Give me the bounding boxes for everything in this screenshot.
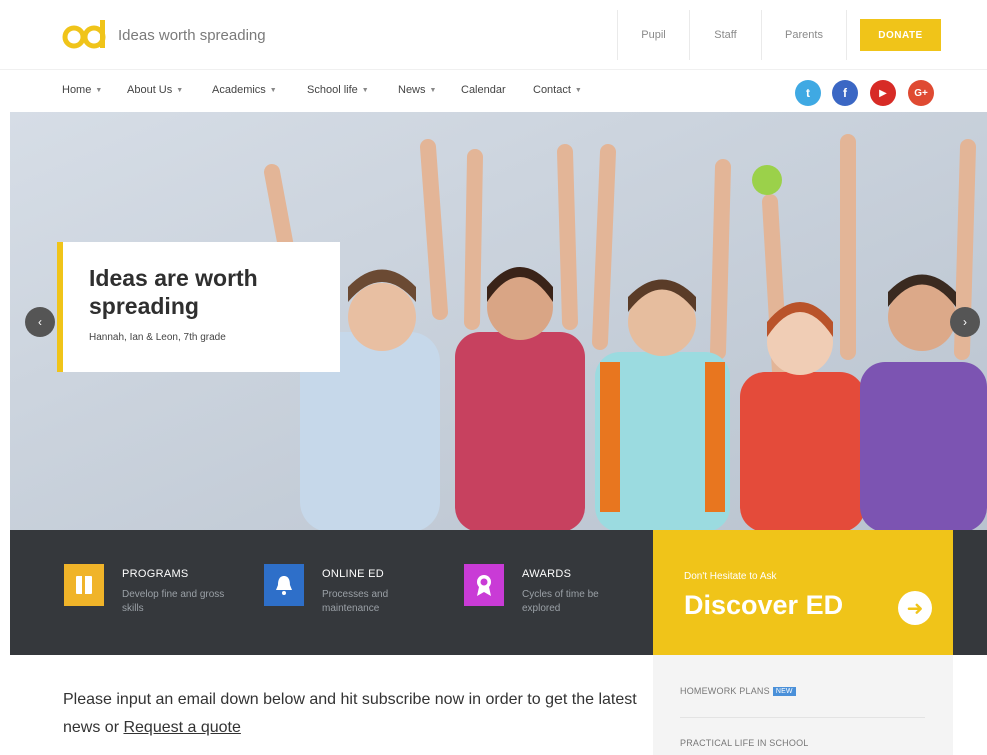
feature-desc: Develop fine and gross skills [122,589,225,614]
top-header: Ideas worth spreading Pupil Staff Parent… [0,0,987,70]
donate-button[interactable]: DONATE [860,19,941,51]
sidebar-links: HOMEWORK PLANS NEW PRACTICAL LIFE IN SCHO… [653,655,953,755]
book-icon [64,564,104,606]
hero-caption: Ideas are worth spreading Hannah, Ian & … [57,242,340,372]
nav-school-life-label: School life [307,84,358,96]
cta-title: Discover ED [684,590,844,620]
arrow-right-icon[interactable]: ➜ [898,591,932,625]
apple [752,165,782,195]
feature-desc: Processes and maintenance [322,589,389,614]
feature-title: PROGRAMS [122,568,189,580]
nav-about-us[interactable]: About Us ▼ [127,84,183,96]
nav-calendar[interactable]: Calendar [461,84,506,96]
nav-news[interactable]: News ▼ [398,84,436,96]
nav-academics-label: Academics [212,84,266,96]
chevron-down-icon: ▼ [361,86,369,94]
chevron-down-icon: ▼ [176,86,184,94]
chevron-down-icon: ▼ [574,86,582,94]
feature-title: ONLINE ED [322,568,384,580]
divider [680,717,925,718]
nav-contact-label: Contact [533,84,571,96]
hero-title: Ideas are worth spreading [89,265,258,319]
cta-kicker: Don't Hesitate to Ask [684,571,777,582]
request-quote-link[interactable]: Request a quote [123,719,240,736]
bell-icon [264,564,304,606]
parents-link[interactable]: Parents [761,10,847,60]
chevron-down-icon: ▼ [95,86,103,94]
new-badge: NEW [772,687,796,697]
ed-logo[interactable] [62,20,108,50]
feature-desc: Cycles of time be explored [522,589,599,614]
site-tagline: Ideas worth spreading [118,27,266,44]
staff-link[interactable]: Staff [689,10,761,60]
nav-news-label: News [398,84,426,96]
nav-home[interactable]: Home ▼ [62,84,102,96]
nav-home-label: Home [62,84,92,96]
sidebar-item-label: PRACTICAL LIFE IN SCHOOL [680,738,809,748]
facebook-icon[interactable]: f [832,80,858,106]
slider-prev-arrow-icon[interactable]: ‹ [25,307,55,337]
feature-title: AWARDS [522,568,572,580]
chevron-down-icon: ▼ [269,86,277,94]
slider-next-arrow-icon[interactable]: › [950,307,980,337]
google-plus-icon[interactable]: G+ [908,80,934,106]
pupil-link[interactable]: Pupil [617,10,689,60]
award-icon [464,564,504,606]
subscribe-text: Please input an email down below and hit… [63,686,643,742]
chevron-down-icon: ▼ [429,86,437,94]
sidebar-item-homework-plans[interactable]: HOMEWORK PLANS NEW [680,686,796,697]
nav-about-label: About Us [127,84,173,96]
twitter-icon[interactable]: t [795,80,821,106]
sidebar-item-practical-life[interactable]: PRACTICAL LIFE IN SCHOOL [680,738,809,748]
youtube-icon[interactable]: ▶ [870,80,896,106]
nav-school-life[interactable]: School life ▼ [307,84,369,96]
discover-cta[interactable]: Don't Hesitate to Ask Discover ED ➜ [653,530,953,655]
sidebar-item-label: HOMEWORK PLANS [680,686,770,696]
nav-academics[interactable]: Academics ▼ [212,84,277,96]
nav-calendar-label: Calendar [461,84,506,96]
hero-subtitle: Hannah, Ian & Leon, 7th grade [89,332,226,343]
nav-contact[interactable]: Contact ▼ [533,84,582,96]
